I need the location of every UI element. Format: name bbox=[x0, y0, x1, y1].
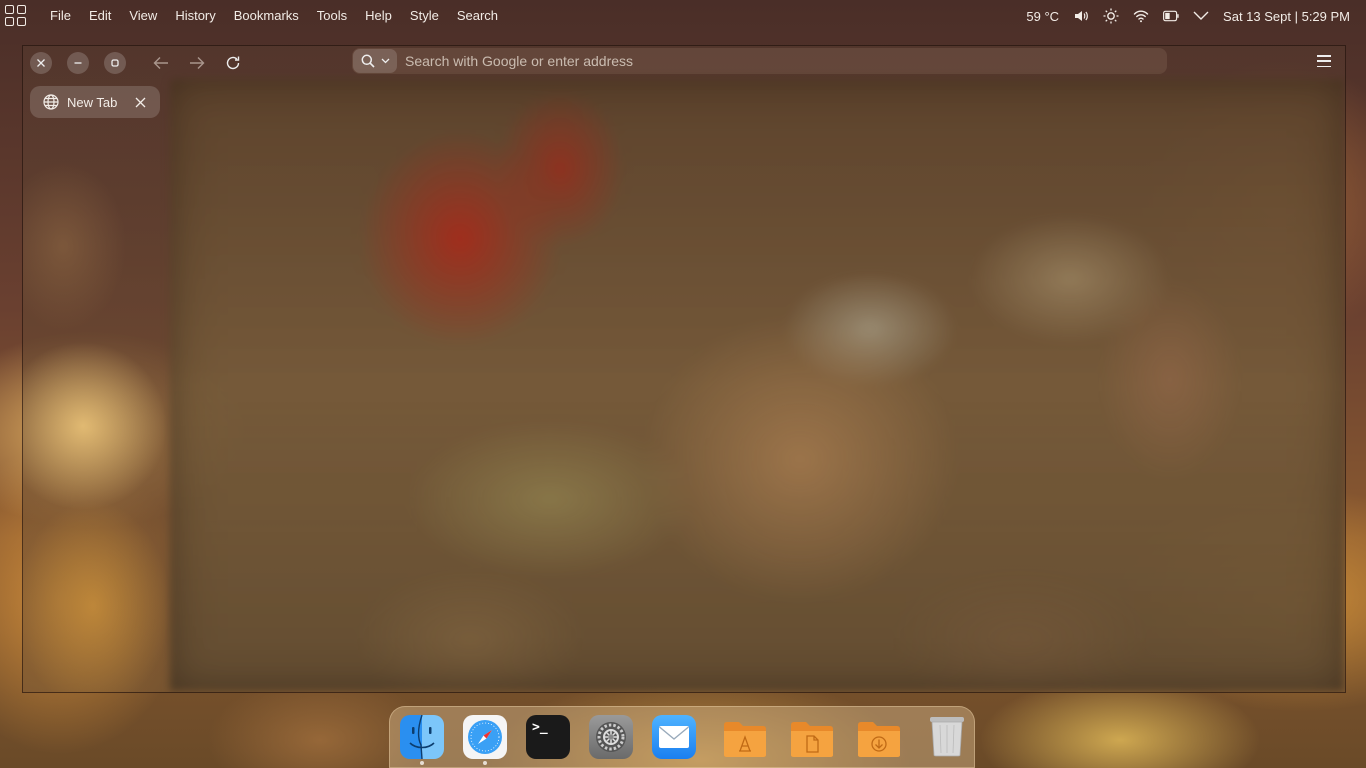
maximize-window-button[interactable] bbox=[104, 52, 126, 74]
menu-edit[interactable]: Edit bbox=[80, 0, 120, 32]
menu-button[interactable] bbox=[1317, 54, 1331, 68]
wifi-icon[interactable] bbox=[1133, 8, 1149, 24]
browser-toolbar bbox=[23, 46, 1345, 78]
dock: >_ bbox=[389, 706, 975, 768]
trash-icon[interactable] bbox=[929, 715, 965, 759]
minimize-window-button[interactable] bbox=[67, 52, 89, 74]
cpu-temperature[interactable]: 59 °C bbox=[1026, 9, 1059, 24]
date-time[interactable]: Sat 13 Sept | 5:29 PM bbox=[1223, 9, 1350, 24]
volume-icon[interactable] bbox=[1073, 8, 1089, 24]
maximize-icon bbox=[111, 59, 119, 67]
finder-icon[interactable] bbox=[400, 715, 444, 759]
menu-search[interactable]: Search bbox=[448, 0, 507, 32]
arrow-right-icon bbox=[190, 57, 205, 69]
menu-bookmarks[interactable]: Bookmarks bbox=[225, 0, 308, 32]
search-engine-selector[interactable] bbox=[353, 49, 397, 73]
top-menu-bar: File Edit View History Bookmarks Tools H… bbox=[0, 0, 1366, 32]
chevron-down-icon bbox=[381, 58, 389, 64]
safari-icon[interactable] bbox=[463, 715, 507, 759]
tab-new-tab[interactable]: New Tab bbox=[30, 86, 160, 118]
chevron-down-icon[interactable] bbox=[1193, 8, 1209, 24]
hamburger-icon bbox=[1317, 55, 1331, 57]
downloads-folder-icon[interactable] bbox=[856, 719, 902, 759]
menu-tools[interactable]: Tools bbox=[308, 0, 356, 32]
running-indicator bbox=[420, 761, 424, 765]
reload-button[interactable] bbox=[222, 52, 244, 74]
menu-style[interactable]: Style bbox=[401, 0, 448, 32]
battery-icon[interactable] bbox=[1163, 8, 1179, 24]
address-input[interactable] bbox=[397, 52, 1167, 70]
documents-folder-icon[interactable] bbox=[789, 719, 835, 759]
search-icon bbox=[361, 54, 375, 68]
arrow-left-icon bbox=[153, 57, 168, 69]
close-window-button[interactable] bbox=[30, 52, 52, 74]
page-content-area[interactable] bbox=[170, 79, 1344, 691]
applications-folder-icon[interactable] bbox=[722, 719, 768, 759]
status-area: 59 °C Sat 13 Sept | 5:29 PM bbox=[1026, 0, 1350, 32]
globe-icon bbox=[43, 94, 59, 110]
system-settings-icon[interactable] bbox=[589, 715, 633, 759]
menu-file[interactable]: File bbox=[41, 0, 80, 32]
application-menu: File Edit View History Bookmarks Tools H… bbox=[41, 0, 507, 32]
app-grid-icon[interactable] bbox=[5, 5, 27, 27]
brightness-icon[interactable] bbox=[1103, 8, 1119, 24]
menu-view[interactable]: View bbox=[120, 0, 166, 32]
address-bar[interactable] bbox=[352, 48, 1167, 74]
forward-button[interactable] bbox=[186, 52, 208, 74]
reload-icon bbox=[226, 56, 240, 70]
close-icon bbox=[37, 59, 45, 67]
menu-help[interactable]: Help bbox=[356, 0, 401, 32]
running-indicator bbox=[483, 761, 487, 765]
back-button[interactable] bbox=[150, 52, 172, 74]
browser-window: New Tab bbox=[22, 45, 1346, 693]
minimize-icon bbox=[74, 62, 82, 64]
close-tab-icon[interactable] bbox=[135, 97, 146, 108]
tab-label: New Tab bbox=[67, 94, 118, 110]
mail-icon[interactable] bbox=[652, 715, 696, 759]
terminal-icon[interactable]: >_ bbox=[526, 715, 570, 759]
menu-history[interactable]: History bbox=[166, 0, 224, 32]
